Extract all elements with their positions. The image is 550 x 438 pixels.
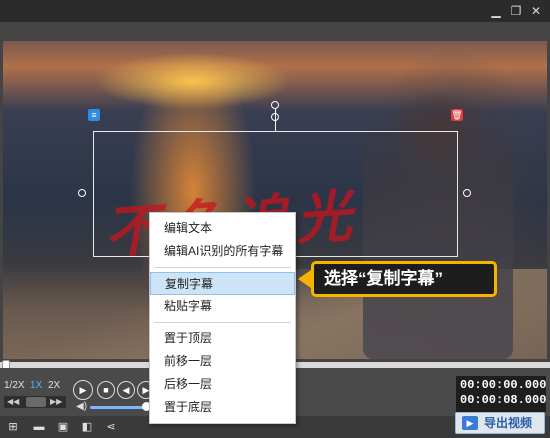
open-folder-icon[interactable]: ▬ bbox=[32, 420, 46, 434]
resize-handle-right[interactable] bbox=[463, 189, 471, 197]
stop-icon[interactable]: ■ bbox=[97, 381, 115, 399]
export-label: 导出视频 bbox=[484, 416, 533, 430]
export-icon: ▶ bbox=[462, 416, 478, 430]
volume-icon[interactable]: ◀) bbox=[76, 401, 87, 412]
speed-2x[interactable]: 2X bbox=[48, 380, 60, 391]
total-time: 00:00:08.000 bbox=[460, 393, 547, 407]
resize-handle-top[interactable] bbox=[271, 113, 279, 121]
speed-1x[interactable]: 1X bbox=[30, 380, 42, 391]
menu-item-edit-text[interactable]: 编辑文本 bbox=[150, 217, 295, 240]
current-time: 00:00:00.000 bbox=[460, 378, 547, 392]
context-menu: 编辑文本 编辑AI识别的所有字幕 复制字幕 粘贴字幕 置于顶层 前移一层 后移一… bbox=[149, 212, 296, 424]
play-icon[interactable]: ▶ bbox=[73, 380, 93, 400]
rotate-handle[interactable] bbox=[271, 101, 279, 109]
prev-frame-icon[interactable]: ◀ bbox=[117, 381, 135, 399]
timecode-display: 00:00:00.000 00:00:08.000 bbox=[456, 376, 546, 412]
title-bar: ▁ ❐ ✕ bbox=[0, 0, 550, 22]
menu-item-paste-subtitle[interactable]: 粘贴字幕 bbox=[150, 295, 295, 318]
save-icon[interactable]: ▣ bbox=[56, 420, 70, 434]
menu-item-copy-subtitle[interactable]: 复制字幕 bbox=[150, 272, 295, 295]
save-as-icon[interactable]: ◧ bbox=[80, 420, 94, 434]
export-video-button[interactable]: ▶ 导出视频 bbox=[455, 412, 545, 434]
forward-icon[interactable]: ▶▶ bbox=[50, 396, 62, 408]
menu-item-edit-ai-subtitles[interactable]: 编辑AI识别的所有字幕 bbox=[150, 240, 295, 263]
instruction-callout: 选择“复制字幕” bbox=[311, 261, 497, 297]
volume-slider[interactable] bbox=[90, 406, 146, 409]
new-project-icon[interactable]: ⊞ bbox=[6, 420, 20, 434]
menu-separator bbox=[154, 322, 291, 323]
menu-item-send-backward[interactable]: 后移一层 bbox=[150, 373, 295, 396]
resize-handle-left[interactable] bbox=[78, 189, 86, 197]
callout-arrow bbox=[298, 270, 311, 288]
rewind-icon[interactable]: ◀◀ bbox=[7, 396, 19, 408]
menu-item-send-to-back[interactable]: 置于底层 bbox=[150, 396, 295, 419]
menu-item-bring-to-front[interactable]: 置于顶层 bbox=[150, 327, 295, 350]
menu-item-bring-forward[interactable]: 前移一层 bbox=[150, 350, 295, 373]
speed-slider[interactable]: ◀◀ ▶▶ bbox=[4, 396, 66, 408]
share-icon[interactable]: ⋖ bbox=[104, 420, 118, 434]
speed-half[interactable]: 1/2X bbox=[4, 380, 25, 391]
speed-slider-thumb[interactable] bbox=[26, 397, 46, 407]
restore-icon[interactable]: ❐ bbox=[508, 3, 524, 19]
menu-icon[interactable]: ≡ bbox=[88, 109, 100, 121]
video-editor-window: ▁ ❐ ✕ 不负追光 ≡ 🗑 1/2X 1X 2X ◀◀ ▶▶ ▶ ■ ◀ ▶ … bbox=[0, 0, 550, 438]
menu-separator bbox=[154, 267, 291, 268]
delete-icon[interactable]: 🗑 bbox=[451, 109, 463, 121]
close-icon[interactable]: ✕ bbox=[528, 3, 544, 19]
minimize-icon[interactable]: ▁ bbox=[488, 3, 504, 19]
